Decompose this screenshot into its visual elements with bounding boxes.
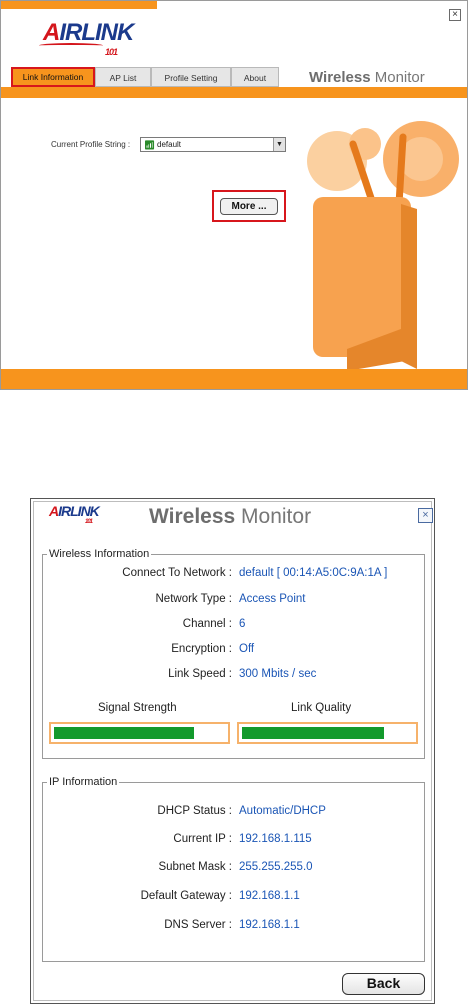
bottom-accent-bar: [1, 369, 467, 389]
row-label: Link Speed :: [168, 668, 232, 680]
group-title: IP Information: [49, 776, 118, 788]
router-illustration: [307, 121, 459, 371]
group-title: Wireless Information: [49, 548, 150, 560]
link-quality-fill: [242, 727, 384, 739]
row-label: Subnet Mask :: [158, 861, 232, 873]
row-value: Automatic/DHCP: [239, 805, 326, 817]
tab-ap-list[interactable]: AP List: [95, 67, 151, 87]
row-value: 192.168.1.115: [239, 833, 312, 845]
tab-link-information[interactable]: Link Information: [11, 67, 95, 87]
signal-strength-meter: [49, 722, 230, 744]
row-value: 300 Mbits / sec: [239, 668, 317, 680]
back-button[interactable]: Back: [342, 973, 425, 995]
top-accent-bar: [1, 1, 157, 9]
profile-label: Current Profile String :: [51, 140, 131, 149]
row-value: Access Point: [239, 593, 306, 605]
row-value: 192.168.1.1: [239, 919, 300, 931]
row-label: DHCP Status :: [157, 805, 232, 817]
wireless-information-window: AIRLINK 101 Wireless Monitor × Wireless …: [30, 498, 435, 1004]
row-label: DNS Server :: [164, 919, 232, 931]
row-label: Network Type :: [155, 593, 233, 605]
row-value: 192.168.1.1: [239, 890, 300, 902]
link-quality-meter: [237, 722, 418, 744]
signal-strength-fill: [54, 727, 195, 739]
row-value: default [ 00:14:A5:0C:9A:1A ]: [239, 567, 388, 579]
tab-underline-strip: [1, 87, 467, 98]
link-information-window: × AIRLINK 101 Link Information AP List P…: [0, 0, 468, 390]
link-quality-label: Link Quality: [291, 702, 352, 714]
profile-select[interactable]: 📶︎ default ▼: [140, 137, 286, 152]
more-button[interactable]: More ...: [220, 198, 278, 215]
row-label: Current IP :: [173, 833, 232, 845]
info-row-encryption: Encryption : Off: [42, 643, 442, 659]
row-value: 255.255.255.0: [239, 861, 313, 873]
app-title: Wireless Monitor: [309, 69, 425, 86]
info-row-current-ip: Current IP : 192.168.1.115: [42, 833, 442, 849]
info-row-dhcp-status: DHCP Status : Automatic/DHCP: [42, 805, 442, 821]
profile-select-value: default: [157, 140, 182, 149]
row-label: Default Gateway :: [140, 890, 232, 902]
tab-about[interactable]: About: [231, 67, 279, 87]
info-row-dns-server: DNS Server : 192.168.1.1: [42, 919, 442, 935]
close-button[interactable]: ×: [418, 508, 433, 523]
info-row-default-gateway: Default Gateway : 192.168.1.1: [42, 890, 442, 906]
info-row-subnet-mask: Subnet Mask : 255.255.255.0: [42, 861, 442, 877]
app-title: Wireless Monitor: [149, 505, 312, 528]
chevron-down-icon[interactable]: ▼: [273, 138, 285, 151]
row-label: Channel :: [182, 618, 232, 630]
antenna-right: [395, 133, 407, 208]
row-label: Encryption :: [171, 643, 232, 655]
row-label: Connect To Network :: [122, 567, 232, 579]
row-value: 6: [239, 618, 246, 630]
row-value: Off: [239, 643, 255, 655]
signal-antenna-icon: 📶︎: [144, 140, 156, 150]
signal-strength-label: Signal Strength: [98, 702, 177, 714]
info-row-network-type: Network Type : Access Point: [42, 593, 442, 609]
airlink-logo: AIRLINK 101: [49, 503, 100, 525]
logo-swoosh: [39, 43, 103, 48]
tab-profile-setting[interactable]: Profile Setting: [151, 67, 231, 87]
info-row-channel: Channel : 6: [42, 618, 442, 634]
close-button[interactable]: ×: [449, 9, 461, 21]
info-row-link-speed: Link Speed : 300 Mbits / sec: [42, 668, 442, 684]
info-row-connect-to-network: Connect To Network : default [ 00:14:A5:…: [42, 567, 442, 583]
